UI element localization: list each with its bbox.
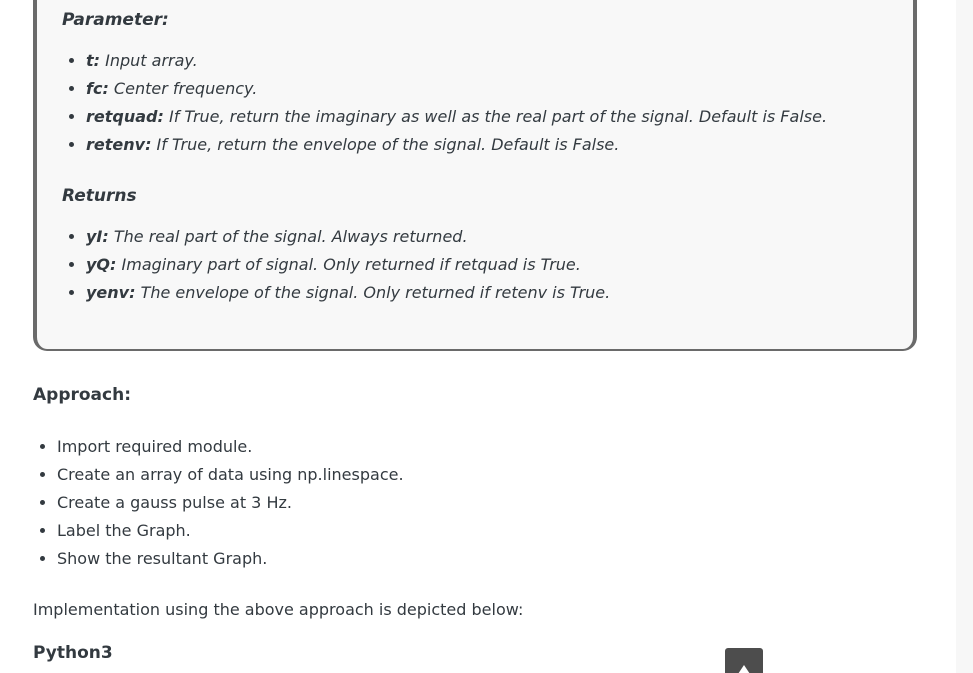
parameters-box: Parameter: t: Input array. fc: Center fr… bbox=[33, 0, 917, 351]
parameter-desc: Input array. bbox=[100, 51, 198, 70]
return-item: yQ: Imaginary part of signal. Only retur… bbox=[86, 251, 610, 279]
scrollbar-track[interactable] bbox=[956, 0, 973, 673]
parameter-name: t: bbox=[86, 51, 101, 70]
parameters-list: t: Input array. fc: Center frequency. re… bbox=[62, 47, 827, 159]
parameter-desc: If True, return the envelope of the sign… bbox=[151, 135, 620, 154]
return-item: yenv: The envelope of the signal. Only r… bbox=[86, 279, 610, 307]
return-desc: The envelope of the signal. Only returne… bbox=[135, 283, 611, 302]
return-name: yenv: bbox=[86, 283, 136, 302]
parameter-name: retquad: bbox=[86, 107, 164, 126]
returns-heading: Returns bbox=[62, 186, 137, 206]
code-language-tab[interactable]: Python3 bbox=[33, 643, 113, 663]
parameter-name: retenv: bbox=[86, 135, 152, 154]
approach-step: Label the Graph. bbox=[57, 517, 404, 545]
return-name: yI: bbox=[86, 227, 109, 246]
returns-list: yI: The real part of the signal. Always … bbox=[62, 223, 610, 307]
return-name: yQ: bbox=[86, 255, 117, 274]
parameter-name: fc: bbox=[86, 79, 109, 98]
parameter-item: retquad: If True, return the imaginary a… bbox=[86, 103, 827, 131]
arrow-up-icon bbox=[738, 665, 750, 673]
parameter-item: t: Input array. bbox=[86, 47, 827, 75]
approach-step: Create an array of data using np.linespa… bbox=[57, 461, 404, 489]
back-to-top-button[interactable] bbox=[725, 648, 763, 673]
approach-step: Show the resultant Graph. bbox=[57, 545, 404, 573]
article-page: Parameter: t: Input array. fc: Center fr… bbox=[0, 0, 973, 673]
parameter-item: retenv: If True, return the envelope of … bbox=[86, 131, 827, 159]
parameter-item: fc: Center frequency. bbox=[86, 75, 827, 103]
approach-step: Create a gauss pulse at 3 Hz. bbox=[57, 489, 404, 517]
return-desc: Imaginary part of signal. Only returned … bbox=[116, 255, 581, 274]
approach-steps-list: Import required module. Create an array … bbox=[33, 433, 404, 573]
implementation-paragraph: Implementation using the above approach … bbox=[33, 600, 524, 619]
approach-title: Approach: bbox=[33, 385, 132, 405]
return-desc: The real part of the signal. Always retu… bbox=[108, 227, 468, 246]
approach-step: Import required module. bbox=[57, 433, 404, 461]
parameter-desc: If True, return the imaginary as well as… bbox=[163, 107, 828, 126]
parameter-desc: Center frequency. bbox=[108, 79, 258, 98]
return-item: yI: The real part of the signal. Always … bbox=[86, 223, 610, 251]
parameters-heading: Parameter: bbox=[62, 10, 169, 30]
